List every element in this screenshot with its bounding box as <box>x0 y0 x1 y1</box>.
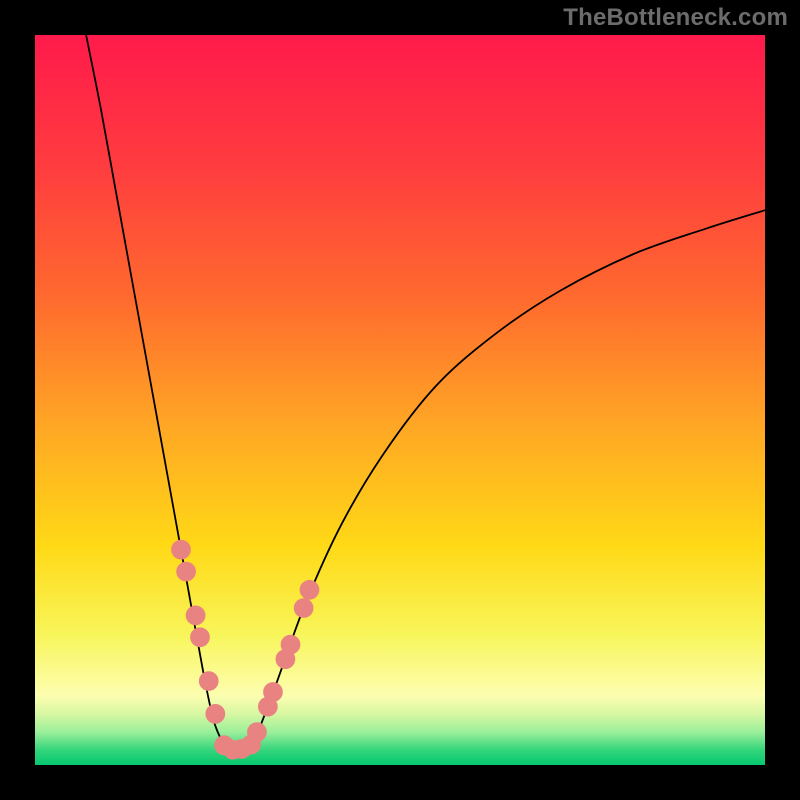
marker-dot <box>263 683 282 702</box>
marker-dot <box>206 704 225 723</box>
highlight-markers <box>172 540 319 759</box>
watermark-text: TheBottleneck.com <box>563 4 788 32</box>
marker-dot <box>294 599 313 618</box>
chart-overlay <box>35 35 765 765</box>
marker-dot <box>199 672 218 691</box>
bottleneck-curve <box>86 35 765 751</box>
marker-dot <box>186 606 205 625</box>
chart-frame: TheBottleneck.com <box>0 0 800 800</box>
marker-dot <box>281 635 300 654</box>
marker-dot <box>300 580 319 599</box>
marker-dot <box>190 628 209 647</box>
marker-dot <box>247 723 266 742</box>
marker-dot <box>172 540 191 559</box>
marker-dot <box>177 562 196 581</box>
